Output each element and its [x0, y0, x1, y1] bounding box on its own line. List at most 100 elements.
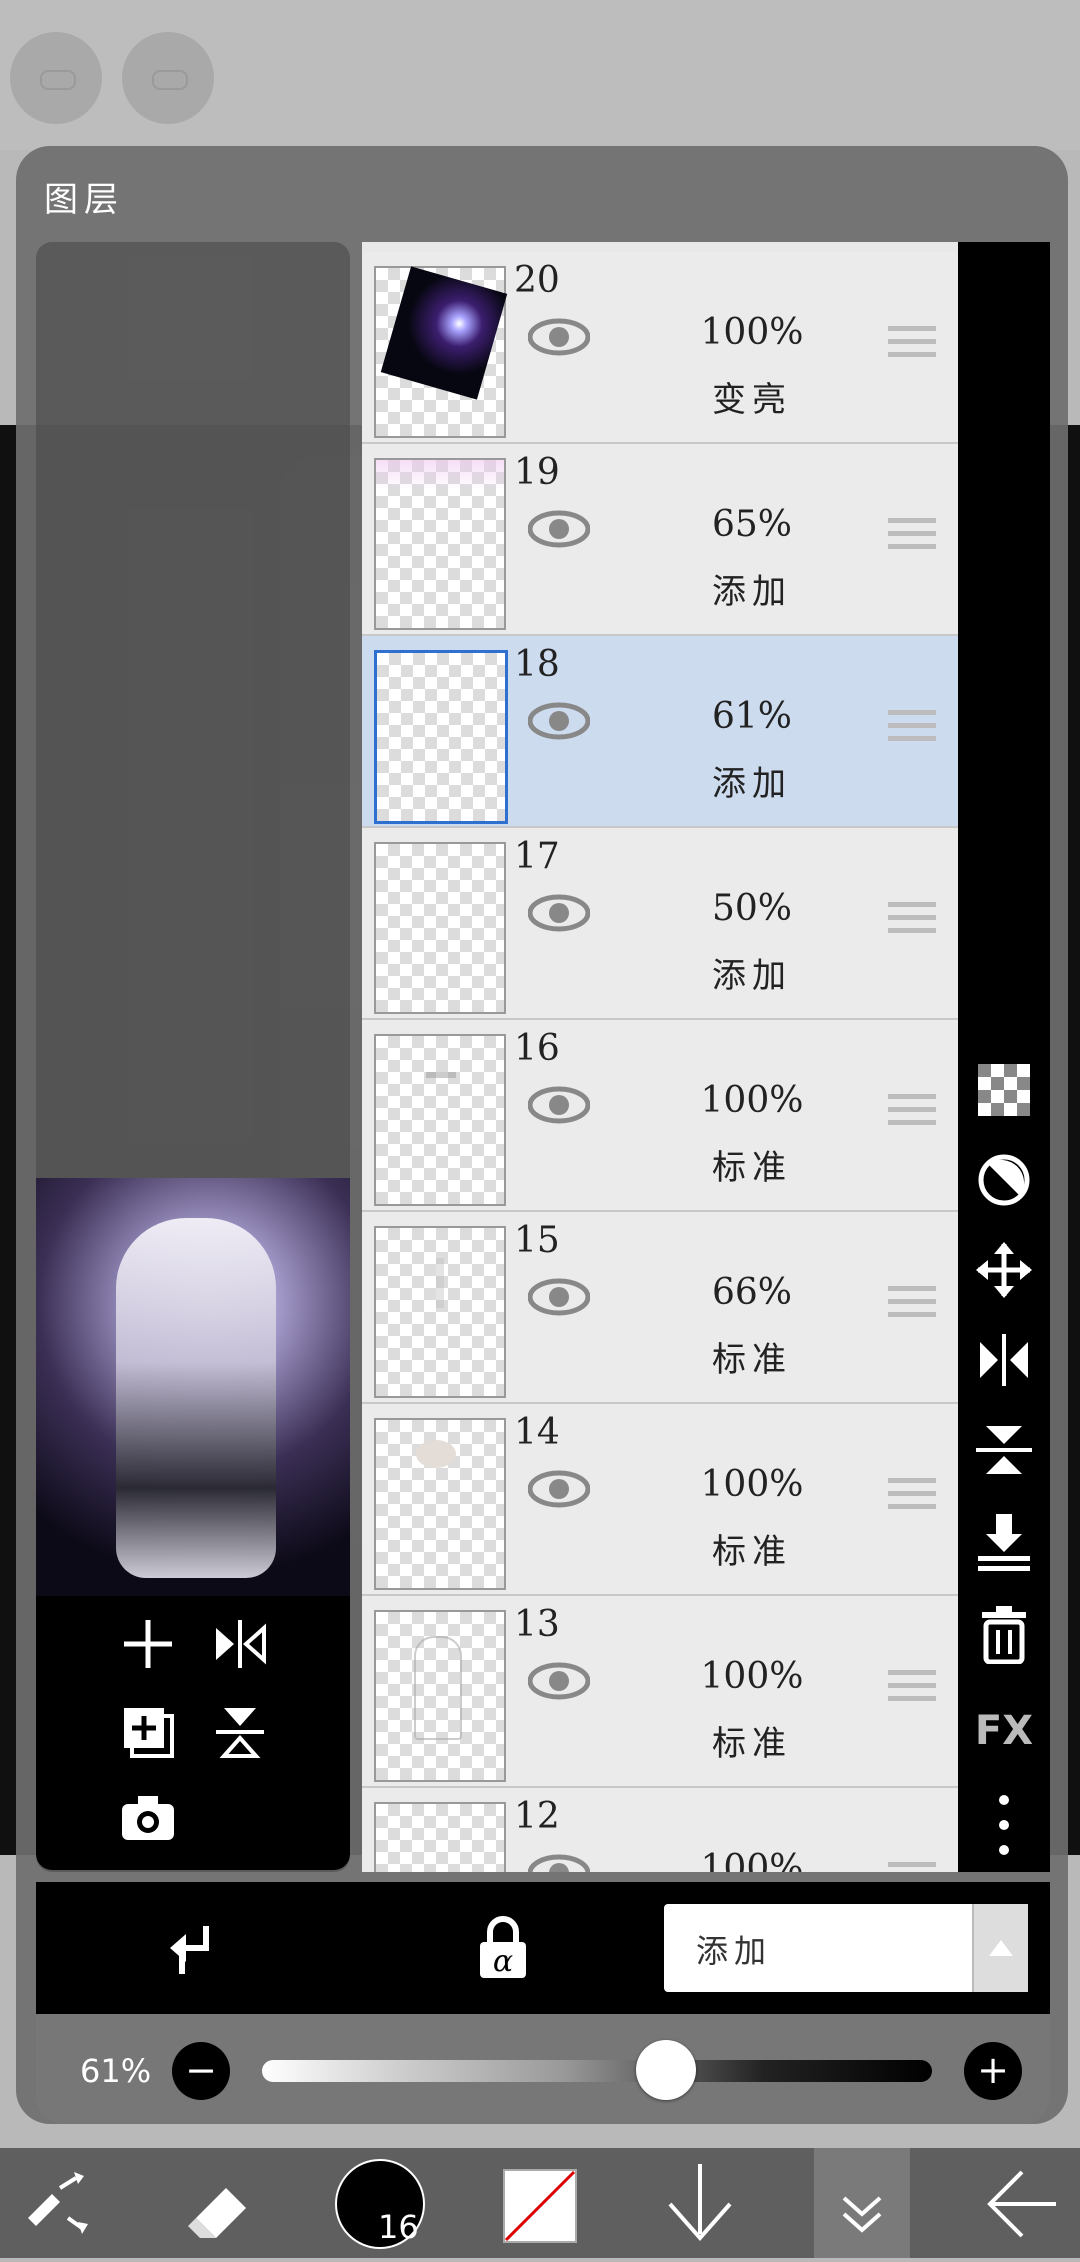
- opacity-value-label: 61%: [80, 2052, 152, 2090]
- color-swatch-icon[interactable]: [480, 2148, 600, 2258]
- layer-tools: [36, 1596, 350, 1870]
- layer-row[interactable]: 14 100% 标准: [362, 1404, 958, 1596]
- layer-opacity: 100%: [700, 1464, 804, 1505]
- layer-art: [376, 460, 504, 490]
- opacity-slider-knob[interactable]: [636, 2040, 696, 2100]
- visibility-eye-icon[interactable]: [528, 510, 590, 548]
- layer-thumbnail: [374, 1034, 506, 1206]
- blend-mode-label: 添加: [696, 1932, 773, 1970]
- layer-blend-mode: 添加: [712, 956, 792, 996]
- flip-vertical-icon[interactable]: [212, 1704, 268, 1760]
- duplicate-layer-icon[interactable]: [120, 1704, 176, 1760]
- drag-handle-icon[interactable]: [888, 1862, 936, 1872]
- flip-horizontal-icon[interactable]: [958, 1332, 1050, 1388]
- layer-list[interactable]: 20 100% 变亮 19 65% 添加 18 61% 添加 17 50% 添加: [362, 242, 958, 1872]
- layer-thumbnail: [374, 842, 506, 1014]
- layer-opacity: 66%: [711, 1272, 792, 1313]
- back-arrow-icon[interactable]: [960, 2148, 1080, 2258]
- layer-row[interactable]: 12 100%: [362, 1788, 958, 1872]
- flip-vertical-icon[interactable]: [958, 1422, 1050, 1478]
- drag-handle-icon[interactable]: [888, 518, 936, 558]
- layer-number: 17: [514, 836, 560, 877]
- layer-blend-mode: 变亮: [712, 380, 792, 420]
- blend-mode-dropdown[interactable]: 添加: [664, 1904, 1028, 1992]
- collapse-panel-button[interactable]: [814, 2148, 910, 2258]
- more-options-icon[interactable]: [958, 1792, 1050, 1858]
- layer-opacity: 100%: [700, 1848, 804, 1872]
- character-image: [116, 1218, 276, 1578]
- layer-number: 13: [514, 1604, 560, 1645]
- checkerboard-icon[interactable]: [958, 1062, 1050, 1118]
- layer-row[interactable]: 15 66% 标准: [362, 1212, 958, 1404]
- layer-row[interactable]: 17 50% 添加: [362, 828, 958, 1020]
- layer-blend-mode: 添加: [712, 764, 792, 804]
- brush-size-button[interactable]: 16: [330, 2148, 450, 2258]
- layer-opacity: 100%: [700, 1656, 804, 1697]
- layer-blend-mode: 标准: [712, 1340, 792, 1380]
- trash-icon[interactable]: [958, 1604, 1050, 1664]
- layer-number: 19: [514, 452, 560, 493]
- drag-handle-icon[interactable]: [888, 1478, 936, 1518]
- visibility-eye-icon[interactable]: [528, 1662, 590, 1700]
- layer-blend-mode: 添加: [712, 572, 792, 612]
- increase-opacity-button[interactable]: +: [964, 2042, 1022, 2100]
- layer-opacity: 61%: [711, 696, 792, 737]
- drag-handle-icon[interactable]: [888, 902, 936, 942]
- layer-opacity: 100%: [700, 1080, 804, 1121]
- layer-art: [414, 1636, 462, 1740]
- visibility-eye-icon[interactable]: [528, 1470, 590, 1508]
- camera-icon[interactable]: [120, 1792, 176, 1842]
- layer-opacity: 100%: [700, 312, 804, 353]
- svg-text:α: α: [493, 1944, 513, 1979]
- layer-number: 15: [514, 1220, 560, 1261]
- layer-art: [436, 1258, 444, 1308]
- undo-button[interactable]: [10, 32, 102, 124]
- layer-thumbnail: [374, 266, 508, 438]
- layer-row[interactable]: 19 65% 添加: [362, 444, 958, 636]
- visibility-eye-icon[interactable]: [528, 702, 590, 740]
- flip-horizontal-icon[interactable]: [212, 1616, 268, 1672]
- drag-handle-icon[interactable]: [888, 1286, 936, 1326]
- redo-icon: [152, 70, 188, 90]
- drag-handle-icon[interactable]: [888, 1094, 936, 1134]
- drag-handle-icon[interactable]: [888, 1670, 936, 1710]
- layer-number: 12: [514, 1796, 560, 1837]
- add-layer-icon[interactable]: [120, 1616, 176, 1672]
- visibility-eye-icon[interactable]: [528, 1086, 590, 1124]
- layer-row-selected[interactable]: 18 61% 添加: [362, 636, 958, 828]
- visibility-eye-icon[interactable]: [528, 318, 590, 356]
- layer-row[interactable]: 20 100% 变亮: [362, 252, 958, 444]
- layer-actions-bar: FX: [958, 242, 1050, 1872]
- layer-blend-mode: 标准: [712, 1724, 792, 1764]
- layer-opacity: 65%: [711, 504, 792, 545]
- layer-number: 20: [514, 260, 560, 301]
- canvas-preview-thumbnail[interactable]: [36, 1178, 350, 1596]
- layer-thumbnail: [374, 1802, 506, 1872]
- layer-row[interactable]: 13 100% 标准: [362, 1596, 958, 1788]
- redo-button[interactable]: [122, 32, 214, 124]
- fx-button[interactable]: FX: [958, 1708, 1050, 1754]
- drag-handle-icon[interactable]: [888, 710, 936, 750]
- visibility-eye-icon[interactable]: [528, 1854, 590, 1872]
- layer-number: 18: [514, 644, 560, 685]
- clipping-arrow-icon[interactable]: [166, 1922, 218, 1978]
- visibility-eye-icon[interactable]: [528, 894, 590, 932]
- eraser-icon[interactable]: [160, 2148, 280, 2258]
- visibility-eye-icon[interactable]: [528, 1278, 590, 1316]
- layer-art: [380, 266, 508, 400]
- move-icon[interactable]: [958, 1242, 1050, 1298]
- decrease-opacity-button[interactable]: −: [172, 2042, 230, 2100]
- layer-number: 16: [514, 1028, 560, 1069]
- drag-handle-icon[interactable]: [888, 326, 936, 366]
- clipping-mask-icon[interactable]: [958, 1152, 1050, 1208]
- panel-title: 图层: [44, 180, 124, 220]
- opacity-slider[interactable]: [262, 2060, 932, 2082]
- merge-down-icon[interactable]: [958, 1512, 1050, 1572]
- transform-tool-icon[interactable]: [0, 2148, 120, 2258]
- layer-row[interactable]: 16 100% 标准: [362, 1020, 958, 1212]
- layer-art: [416, 1440, 456, 1468]
- layer-down-arrow-icon[interactable]: [640, 2148, 760, 2258]
- alpha-lock-icon[interactable]: α: [478, 1916, 528, 1980]
- layer-number: 14: [514, 1412, 560, 1453]
- dropdown-arrow-icon[interactable]: [972, 1904, 1028, 1992]
